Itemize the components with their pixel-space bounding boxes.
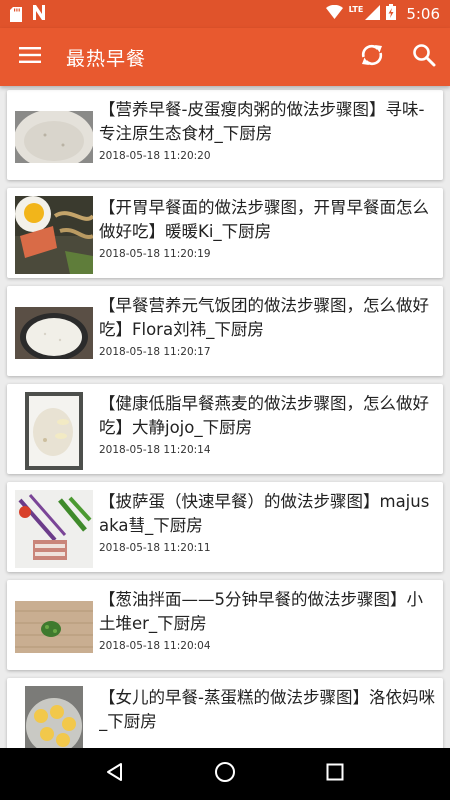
- recipe-list[interactable]: 【营养早餐-皮蛋瘦肉粥的做法步骤图】寻味-专注原生态食材_下厨房 2018-05…: [0, 86, 450, 748]
- recipe-title: 【营养早餐-皮蛋瘦肉粥的做法步骤图】寻味-专注原生态食材_下厨房: [99, 100, 425, 143]
- recipe-title: 【葱油拌面——5分钟早餐的做法步骤图】小土堆er_下厨房: [99, 590, 423, 633]
- back-button[interactable]: [95, 754, 135, 794]
- recipe-title: 【披萨蛋（快速早餐）的做法步骤图】majusaka彗_下厨房: [99, 492, 430, 535]
- home-icon: [214, 761, 236, 787]
- recipe-thumbnail: [15, 588, 93, 666]
- list-item[interactable]: 【早餐营养元气饭团的做法步骤图，怎么做好吃】Flora刘祎_下厨房 2018-0…: [7, 286, 443, 376]
- battery-charging-icon: [386, 4, 397, 24]
- home-button[interactable]: [205, 754, 245, 794]
- page-title: 最热早餐: [66, 47, 147, 70]
- wifi-icon: [325, 4, 343, 24]
- lte-label: LTE: [348, 5, 364, 14]
- search-icon: [412, 43, 436, 71]
- app-bar: 最热早餐: [0, 28, 450, 86]
- recipe-thumbnail: [15, 490, 93, 568]
- recipe-timestamp: 2018-05-18 11:20:19: [99, 248, 211, 260]
- refresh-button[interactable]: [346, 28, 398, 86]
- recipe-timestamp: 2018-05-18 11:20:17: [99, 346, 211, 358]
- n-notification-icon: [32, 5, 46, 23]
- list-item[interactable]: 【健康低脂早餐燕麦的做法步骤图，怎么做好吃】大静jojo_下厨房 2018-05…: [7, 384, 443, 474]
- lte-signal-icon: [365, 4, 381, 24]
- status-bar: LTE 5:06: [0, 0, 450, 28]
- recipe-thumbnail: [15, 686, 93, 748]
- recipe-title: 【开胃早餐面的做法步骤图，开胃早餐面怎么做好吃】暖暖Ki_下厨房: [99, 198, 429, 241]
- refresh-icon: [359, 42, 385, 72]
- recipe-thumbnail: [15, 392, 93, 470]
- list-item[interactable]: 【披萨蛋（快速早餐）的做法步骤图】majusaka彗_下厨房 2018-05-1…: [7, 482, 443, 572]
- recipe-timestamp: 2018-05-18 11:20:20: [99, 150, 211, 162]
- recents-icon: [326, 763, 344, 785]
- recipe-title: 【健康低脂早餐燕麦的做法步骤图，怎么做好吃】大静jojo_下厨房: [99, 394, 429, 437]
- list-item[interactable]: 【女儿的早餐-蒸蛋糕的做法步骤图】洛依妈咪_下厨房: [7, 678, 443, 748]
- recipe-timestamp: 2018-05-18 11:20:04: [99, 640, 211, 652]
- menu-button[interactable]: [0, 28, 60, 86]
- list-item[interactable]: 【开胃早餐面的做法步骤图，开胃早餐面怎么做好吃】暖暖Ki_下厨房 2018-05…: [7, 188, 443, 278]
- list-item[interactable]: 【营养早餐-皮蛋瘦肉粥的做法步骤图】寻味-专注原生态食材_下厨房 2018-05…: [7, 90, 443, 180]
- recipe-thumbnail: [15, 294, 93, 372]
- recipe-timestamp: 2018-05-18 11:20:11: [99, 542, 211, 554]
- search-button[interactable]: [398, 28, 450, 86]
- list-item[interactable]: 【葱油拌面——5分钟早餐的做法步骤图】小土堆er_下厨房 2018-05-18 …: [7, 580, 443, 670]
- menu-icon: [19, 47, 41, 67]
- recipe-title: 【女儿的早餐-蒸蛋糕的做法步骤图】洛依妈咪_下厨房: [99, 688, 435, 731]
- recipe-title: 【早餐营养元气饭团的做法步骤图，怎么做好吃】Flora刘祎_下厨房: [99, 296, 429, 339]
- recipe-timestamp: 2018-05-18 11:20:14: [99, 444, 211, 456]
- recipe-thumbnail: [15, 98, 93, 176]
- navigation-bar: [0, 748, 450, 800]
- recents-button[interactable]: [315, 754, 355, 794]
- recipe-thumbnail: [15, 196, 93, 274]
- back-icon: [105, 762, 125, 786]
- sd-card-icon: [10, 6, 22, 22]
- status-time: 5:06: [406, 5, 440, 23]
